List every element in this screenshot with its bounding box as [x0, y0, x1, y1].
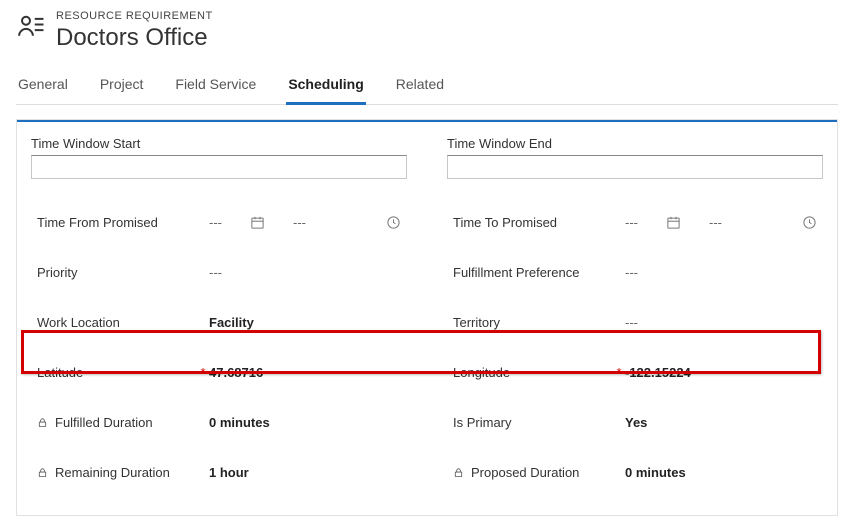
field-remaining-duration: 1 hour	[209, 465, 401, 480]
label-proposed-duration: Proposed Duration	[471, 465, 579, 480]
entity-icon	[16, 12, 50, 42]
tab-field-service[interactable]: Field Service	[173, 66, 258, 104]
tab-scheduling[interactable]: Scheduling	[286, 66, 365, 104]
tab-related[interactable]: Related	[394, 66, 446, 104]
field-fulfilled-duration: 0 minutes	[209, 415, 401, 430]
label-priority: Priority	[37, 265, 197, 280]
label-latitude: Latitude	[37, 365, 197, 380]
label-fulfilled-duration: Fulfilled Duration	[55, 415, 153, 430]
label-territory: Territory	[453, 315, 613, 330]
page-title: Doctors Office	[56, 24, 213, 52]
required-marker: *	[613, 365, 625, 380]
label-time-to-promised: Time To Promised	[453, 215, 613, 230]
tab-general[interactable]: General	[16, 66, 70, 104]
field-is-primary[interactable]: Yes	[625, 415, 817, 430]
label-time-from-promised: Time From Promised	[37, 215, 197, 230]
form-panel: Time Window Start Time From Promised ---…	[16, 119, 838, 516]
time-window-end-input[interactable]	[447, 155, 823, 179]
clock-icon[interactable]	[802, 215, 817, 230]
label-fulfillment-preference: Fulfillment Preference	[453, 265, 613, 280]
section-title-right: Time Window End	[447, 136, 823, 151]
label-work-location: Work Location	[37, 315, 197, 330]
field-priority[interactable]: ---	[209, 265, 401, 280]
label-remaining-duration: Remaining Duration	[55, 465, 170, 480]
field-fulfillment-preference[interactable]: ---	[625, 265, 817, 280]
field-time-from-promised[interactable]: --- ---	[209, 215, 401, 230]
field-longitude[interactable]: -122.15224	[625, 365, 817, 380]
clock-icon[interactable]	[386, 215, 401, 230]
section-title-left: Time Window Start	[31, 136, 407, 151]
label-longitude: Longitude	[453, 365, 613, 380]
calendar-icon[interactable]	[250, 215, 265, 230]
field-latitude[interactable]: 47.68716	[209, 365, 401, 380]
label-is-primary: Is Primary	[453, 415, 613, 430]
tab-bar: General Project Field Service Scheduling…	[16, 66, 838, 105]
field-work-location[interactable]: Facility	[209, 315, 401, 330]
lock-icon	[37, 465, 49, 479]
page-header: RESOURCE REQUIREMENT Doctors Office	[16, 0, 838, 64]
tab-project[interactable]: Project	[98, 66, 146, 104]
field-proposed-duration: 0 minutes	[625, 465, 817, 480]
entity-type-label: RESOURCE REQUIREMENT	[56, 10, 213, 22]
field-territory[interactable]: ---	[625, 315, 817, 330]
calendar-icon[interactable]	[666, 215, 681, 230]
field-time-to-promised[interactable]: --- ---	[625, 215, 817, 230]
lock-icon	[453, 465, 465, 479]
required-marker: *	[197, 365, 209, 380]
time-window-start-input[interactable]	[31, 155, 407, 179]
lock-icon	[37, 415, 49, 429]
